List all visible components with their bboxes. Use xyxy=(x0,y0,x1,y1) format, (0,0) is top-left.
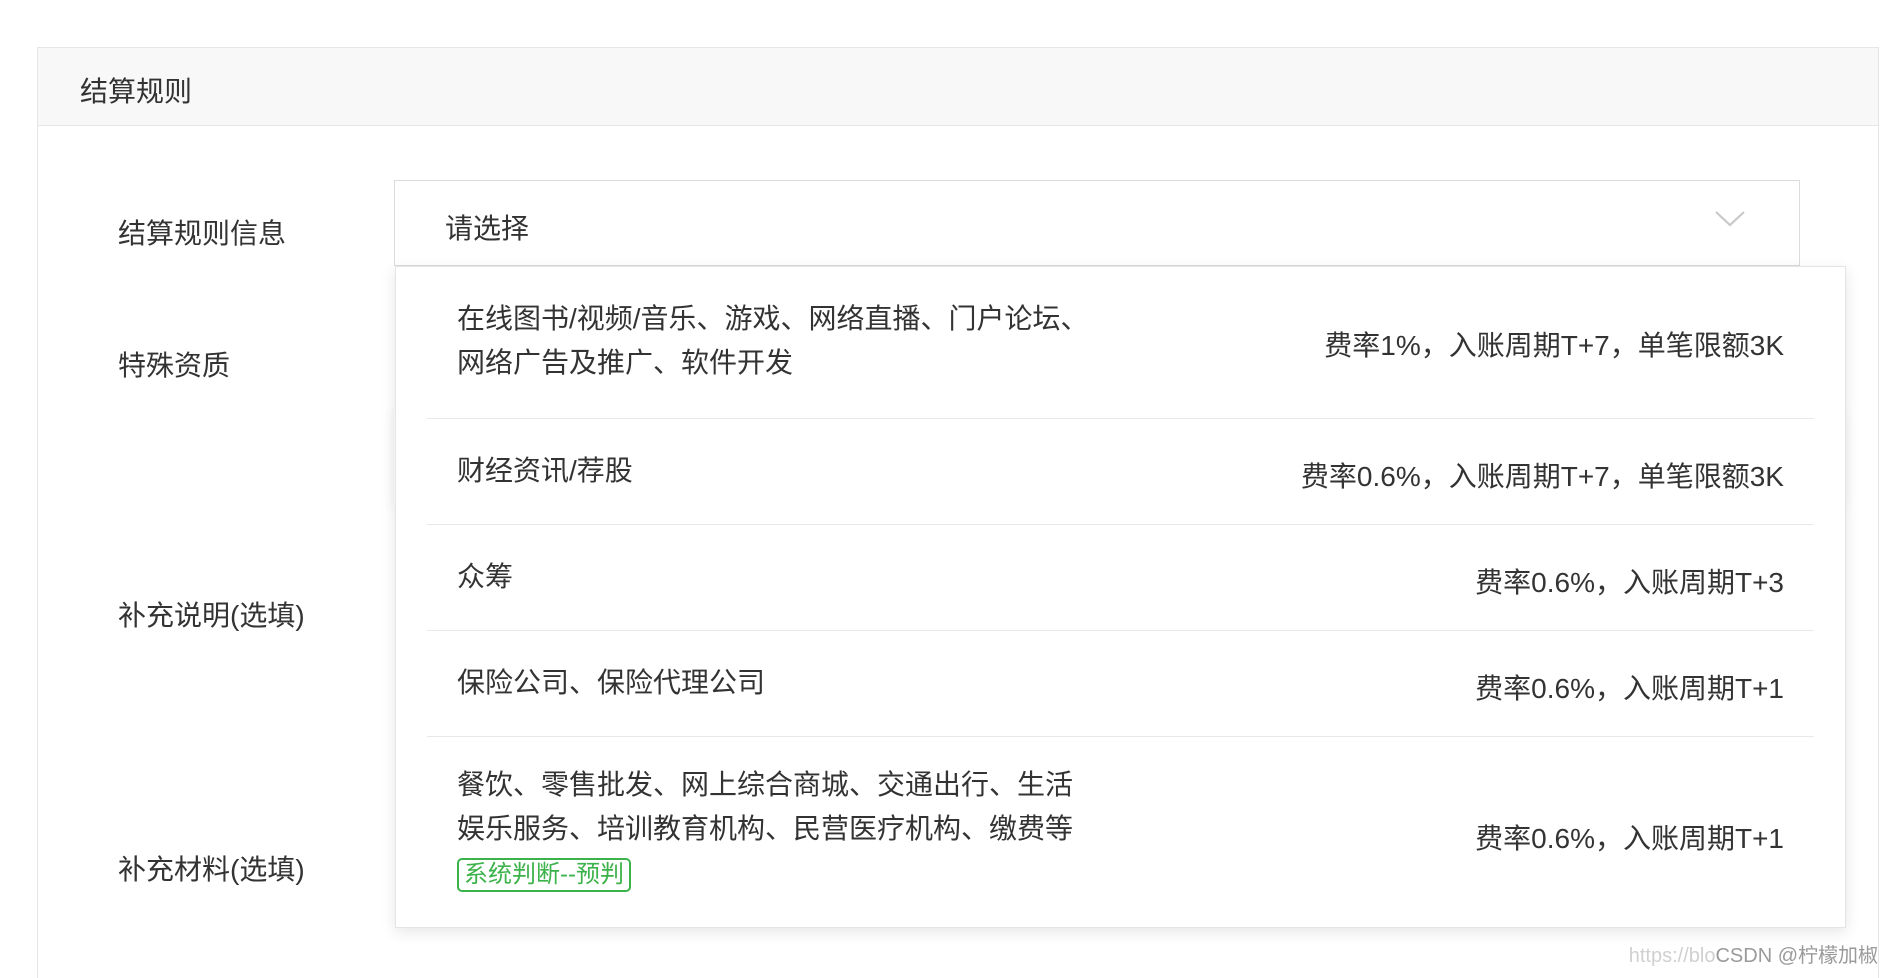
chevron-down-icon[interactable] xyxy=(1713,201,1747,235)
dropdown-option[interactable]: 在线图书/视频/音乐、游戏、网络直播、门户论坛、网络广告及推广、软件开发 费率1… xyxy=(427,267,1814,419)
card-header: 结算规则 xyxy=(38,48,1878,126)
option-name: 保险公司、保险代理公司 xyxy=(457,667,766,698)
option-rule: 费率0.6%，入账周期T+3 xyxy=(1475,567,1784,598)
label-special-qualification: 特殊资质 xyxy=(118,350,231,381)
option-name: 餐饮、零售批发、网上综合商城、交通出行、生活娱乐服务、培训教育机构、民营医疗机构… xyxy=(457,769,1074,844)
watermark: https://bloCSDN @柠檬加椒 xyxy=(1629,939,1878,968)
prediction-tag: 系统判断--预判 xyxy=(457,858,631,892)
option-name-wrapper: 餐饮、零售批发、网上综合商城、交通出行、生活娱乐服务、培训教育机构、民营医疗机构… xyxy=(457,763,1097,895)
watermark-text: CSDN @柠檬加椒 xyxy=(1715,945,1878,967)
dropdown-option[interactable]: 财经资讯/荐股 费率0.6%，入账周期T+7，单笔限额3K xyxy=(427,419,1814,525)
dropdown-option[interactable]: 保险公司、保险代理公司 费率0.6%，入账周期T+1 xyxy=(427,631,1814,737)
dropdown-option[interactable]: 众筹 费率0.6%，入账周期T+3 xyxy=(427,525,1814,631)
settlement-rule-dropdown: 在线图书/视频/音乐、游戏、网络直播、门户论坛、网络广告及推广、软件开发 费率1… xyxy=(395,266,1846,928)
option-name: 众筹 xyxy=(457,561,514,592)
option-rule: 费率1%，入账周期T+7，单笔限额3K xyxy=(1324,330,1784,361)
label-supplement-material: 补充材料(选填) xyxy=(118,854,305,885)
option-rule: 费率0.6%，入账周期T+1 xyxy=(1475,673,1784,704)
watermark-faint-text: https://blo xyxy=(1628,945,1716,967)
card-title: 结算规则 xyxy=(80,76,193,107)
page: 结算规则 结算规则信息 特殊资质 补充说明(选填) 补充材料(选填) 请选择 在… xyxy=(0,0,1896,978)
option-rule: 费率0.6%，入账周期T+7，单笔限额3K xyxy=(1300,461,1784,492)
select-placeholder: 请选择 xyxy=(445,213,530,244)
option-rule: 费率0.6%，入账周期T+1 xyxy=(1475,823,1784,854)
option-name: 财经资讯/荐股 xyxy=(457,455,633,486)
dropdown-option[interactable]: 餐饮、零售批发、网上综合商城、交通出行、生活娱乐服务、培训教育机构、民营医疗机构… xyxy=(427,737,1814,927)
label-supplement-note: 补充说明(选填) xyxy=(118,600,305,631)
settlement-rule-select[interactable]: 请选择 xyxy=(394,180,1800,266)
label-settlement-rule-info: 结算规则信息 xyxy=(118,218,287,249)
option-name: 在线图书/视频/音乐、游戏、网络直播、门户论坛、网络广告及推广、软件开发 xyxy=(457,303,1089,378)
